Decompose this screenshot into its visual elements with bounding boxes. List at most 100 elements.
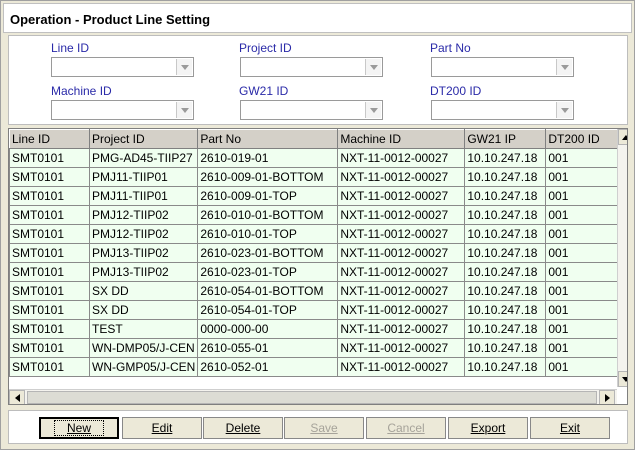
cell-dt200-id[interactable]: 001 bbox=[545, 224, 620, 244]
cell-project-id[interactable]: PMJ11-TIIP01 bbox=[88, 167, 199, 187]
cell-part-no[interactable]: 2610-019-01 bbox=[197, 148, 339, 168]
column-header-dt200-id[interactable]: DT200 ID bbox=[545, 129, 620, 149]
cell-project-id[interactable]: WN-DMP05/J-CEN bbox=[88, 338, 199, 358]
table-row[interactable]: SMT0101 PMJ12-TIIP02 2610-010-01-TOP NXT-11… bbox=[9, 224, 620, 244]
cell-project-id[interactable]: PMJ12-TIIP02 bbox=[88, 224, 199, 244]
cell-machine-id[interactable]: NXT-11-0012-00027 bbox=[337, 300, 466, 320]
arrow-up-icon[interactable] bbox=[618, 129, 627, 145]
column-header-machine-id[interactable]: Machine ID bbox=[337, 129, 466, 149]
cell-dt200-id[interactable]: 001 bbox=[545, 357, 620, 377]
cell-line-id[interactable]: SMT0101 bbox=[9, 148, 90, 168]
cell-project-id[interactable]: PMJ11-TIIP01 bbox=[88, 186, 199, 206]
cell-machine-id[interactable]: NXT-11-0012-00027 bbox=[337, 205, 466, 225]
arrow-right-icon[interactable] bbox=[599, 390, 615, 404]
table-row[interactable]: SMT0101 PMG-AD45-TIIP27 2610-019-01 NXT-11-… bbox=[9, 148, 620, 168]
cell-part-no[interactable]: 2610-054-01-TOP bbox=[197, 300, 339, 320]
project-id-combo[interactable] bbox=[240, 57, 383, 77]
cell-dt200-id[interactable]: 001 bbox=[545, 205, 620, 225]
cell-line-id[interactable]: SMT0101 bbox=[9, 186, 90, 206]
save-button[interactable]: Save bbox=[284, 417, 364, 439]
edit-button[interactable]: Edit bbox=[122, 417, 202, 439]
cell-dt200-id[interactable]: 001 bbox=[545, 281, 620, 301]
cell-dt200-id[interactable]: 001 bbox=[545, 319, 620, 339]
cell-project-id[interactable]: WN-GMP05/J-CEN bbox=[88, 357, 199, 377]
cell-dt200-id[interactable]: 001 bbox=[545, 300, 620, 320]
cell-line-id[interactable]: SMT0101 bbox=[9, 205, 90, 225]
column-header-part-no[interactable]: Part No bbox=[197, 129, 339, 149]
cell-gw21-ip[interactable]: 10.10.247.18 bbox=[464, 319, 547, 339]
exit-button[interactable]: Exit bbox=[530, 417, 610, 439]
table-row[interactable]: SMT0101 PMJ12-TIIP02 2610-010-01-BOTTOM NXT… bbox=[9, 205, 620, 225]
table-row[interactable]: SMT0101 PMJ13-TIIP02 2610-023-01-TOP NXT-11… bbox=[9, 262, 620, 282]
cell-line-id[interactable]: SMT0101 bbox=[9, 224, 90, 244]
column-header-project-id[interactable]: Project ID bbox=[88, 129, 199, 149]
horizontal-scrollbar[interactable] bbox=[9, 389, 617, 404]
horizontal-scroll-thumb[interactable] bbox=[27, 391, 597, 404]
product-line-grid[interactable]: Line ID Project ID Part No Machine ID GW… bbox=[8, 128, 628, 405]
cell-part-no[interactable]: 2610-023-01-BOTTOM bbox=[197, 243, 339, 263]
chevron-down-icon[interactable] bbox=[176, 59, 192, 75]
cell-gw21-ip[interactable]: 10.10.247.18 bbox=[464, 205, 547, 225]
cell-part-no[interactable]: 2610-009-01-BOTTOM bbox=[197, 167, 339, 187]
cell-machine-id[interactable]: NXT-11-0012-00027 bbox=[337, 262, 466, 282]
chevron-down-icon[interactable] bbox=[365, 59, 381, 75]
cell-machine-id[interactable]: NXT-11-0012-00027 bbox=[337, 338, 466, 358]
table-row[interactable]: SMT0101 TEST 0000-000-00 NXT-11-0012-00027 1… bbox=[9, 319, 620, 339]
cell-line-id[interactable]: SMT0101 bbox=[9, 262, 90, 282]
arrow-left-icon[interactable] bbox=[9, 390, 25, 404]
cell-dt200-id[interactable]: 001 bbox=[545, 167, 620, 187]
cell-project-id[interactable]: PMG-AD45-TIIP27 bbox=[88, 148, 199, 168]
cell-gw21-ip[interactable]: 10.10.247.18 bbox=[464, 338, 547, 358]
table-row[interactable]: SMT0101 WN-GMP05/J-CEN 2610-052-01 NXT-11-0… bbox=[9, 357, 620, 377]
cell-gw21-ip[interactable]: 10.10.247.18 bbox=[464, 186, 547, 206]
cell-machine-id[interactable]: NXT-11-0012-00027 bbox=[337, 357, 466, 377]
cell-dt200-id[interactable]: 001 bbox=[545, 243, 620, 263]
cell-gw21-ip[interactable]: 10.10.247.18 bbox=[464, 243, 547, 263]
cell-gw21-ip[interactable]: 10.10.247.18 bbox=[464, 357, 547, 377]
cell-part-no[interactable]: 2610-010-01-TOP bbox=[197, 224, 339, 244]
cell-line-id[interactable]: SMT0101 bbox=[9, 167, 90, 187]
cell-machine-id[interactable]: NXT-11-0012-00027 bbox=[337, 148, 466, 168]
table-row[interactable]: SMT0101 SX DD 2610-054-01-TOP NXT-11-0012-0… bbox=[9, 300, 620, 320]
chevron-down-icon[interactable] bbox=[556, 59, 572, 75]
cell-part-no[interactable]: 2610-010-01-BOTTOM bbox=[197, 205, 339, 225]
table-row[interactable]: SMT0101 WN-DMP05/J-CEN 2610-055-01 NXT-11-0… bbox=[9, 338, 620, 358]
cell-dt200-id[interactable]: 001 bbox=[545, 148, 620, 168]
cell-part-no[interactable]: 0000-000-00 bbox=[197, 319, 339, 339]
cell-gw21-ip[interactable]: 10.10.247.18 bbox=[464, 281, 547, 301]
cell-line-id[interactable]: SMT0101 bbox=[9, 300, 90, 320]
cell-project-id[interactable]: TEST bbox=[88, 319, 199, 339]
column-header-gw21-ip[interactable]: GW21 IP bbox=[464, 129, 547, 149]
cell-part-no[interactable]: 2610-055-01 bbox=[197, 338, 339, 358]
cell-dt200-id[interactable]: 001 bbox=[545, 186, 620, 206]
chevron-down-icon[interactable] bbox=[556, 102, 572, 118]
cancel-button[interactable]: Cancel bbox=[366, 417, 446, 439]
machine-id-combo[interactable] bbox=[51, 100, 194, 120]
cell-part-no[interactable]: 2610-052-01 bbox=[197, 357, 339, 377]
gw21-id-combo[interactable] bbox=[240, 100, 383, 120]
chevron-down-icon[interactable] bbox=[365, 102, 381, 118]
cell-gw21-ip[interactable]: 10.10.247.18 bbox=[464, 262, 547, 282]
vertical-scrollbar[interactable] bbox=[617, 129, 627, 387]
cell-part-no[interactable]: 2610-023-01-TOP bbox=[197, 262, 339, 282]
cell-gw21-ip[interactable]: 10.10.247.18 bbox=[464, 300, 547, 320]
cell-line-id[interactable]: SMT0101 bbox=[9, 338, 90, 358]
cell-line-id[interactable]: SMT0101 bbox=[9, 281, 90, 301]
export-button[interactable]: Export bbox=[448, 417, 528, 439]
cell-project-id[interactable]: PMJ12-TIIP02 bbox=[88, 205, 199, 225]
table-row[interactable]: SMT0101 PMJ11-TIIP01 2610-009-01-BOTTOM NXT… bbox=[9, 167, 620, 187]
cell-project-id[interactable]: PMJ13-TIIP02 bbox=[88, 243, 199, 263]
table-row[interactable]: SMT0101 PMJ11-TIIP01 2610-009-01-TOP NXT-11… bbox=[9, 186, 620, 206]
cell-project-id[interactable]: SX DD bbox=[88, 300, 199, 320]
cell-line-id[interactable]: SMT0101 bbox=[9, 243, 90, 263]
cell-machine-id[interactable]: NXT-11-0012-00027 bbox=[337, 243, 466, 263]
cell-gw21-ip[interactable]: 10.10.247.18 bbox=[464, 224, 547, 244]
dt200-id-combo[interactable] bbox=[431, 100, 574, 120]
table-row[interactable]: SMT0101 PMJ13-TIIP02 2610-023-01-BOTTOM NXT… bbox=[9, 243, 620, 263]
table-row[interactable]: SMT0101 SX DD 2610-054-01-BOTTOM NXT-11-001… bbox=[9, 281, 620, 301]
column-header-line-id[interactable]: Line ID bbox=[9, 129, 90, 149]
cell-project-id[interactable]: SX DD bbox=[88, 281, 199, 301]
cell-gw21-ip[interactable]: 10.10.247.18 bbox=[464, 148, 547, 168]
cell-dt200-id[interactable]: 001 bbox=[545, 262, 620, 282]
cell-line-id[interactable]: SMT0101 bbox=[9, 319, 90, 339]
